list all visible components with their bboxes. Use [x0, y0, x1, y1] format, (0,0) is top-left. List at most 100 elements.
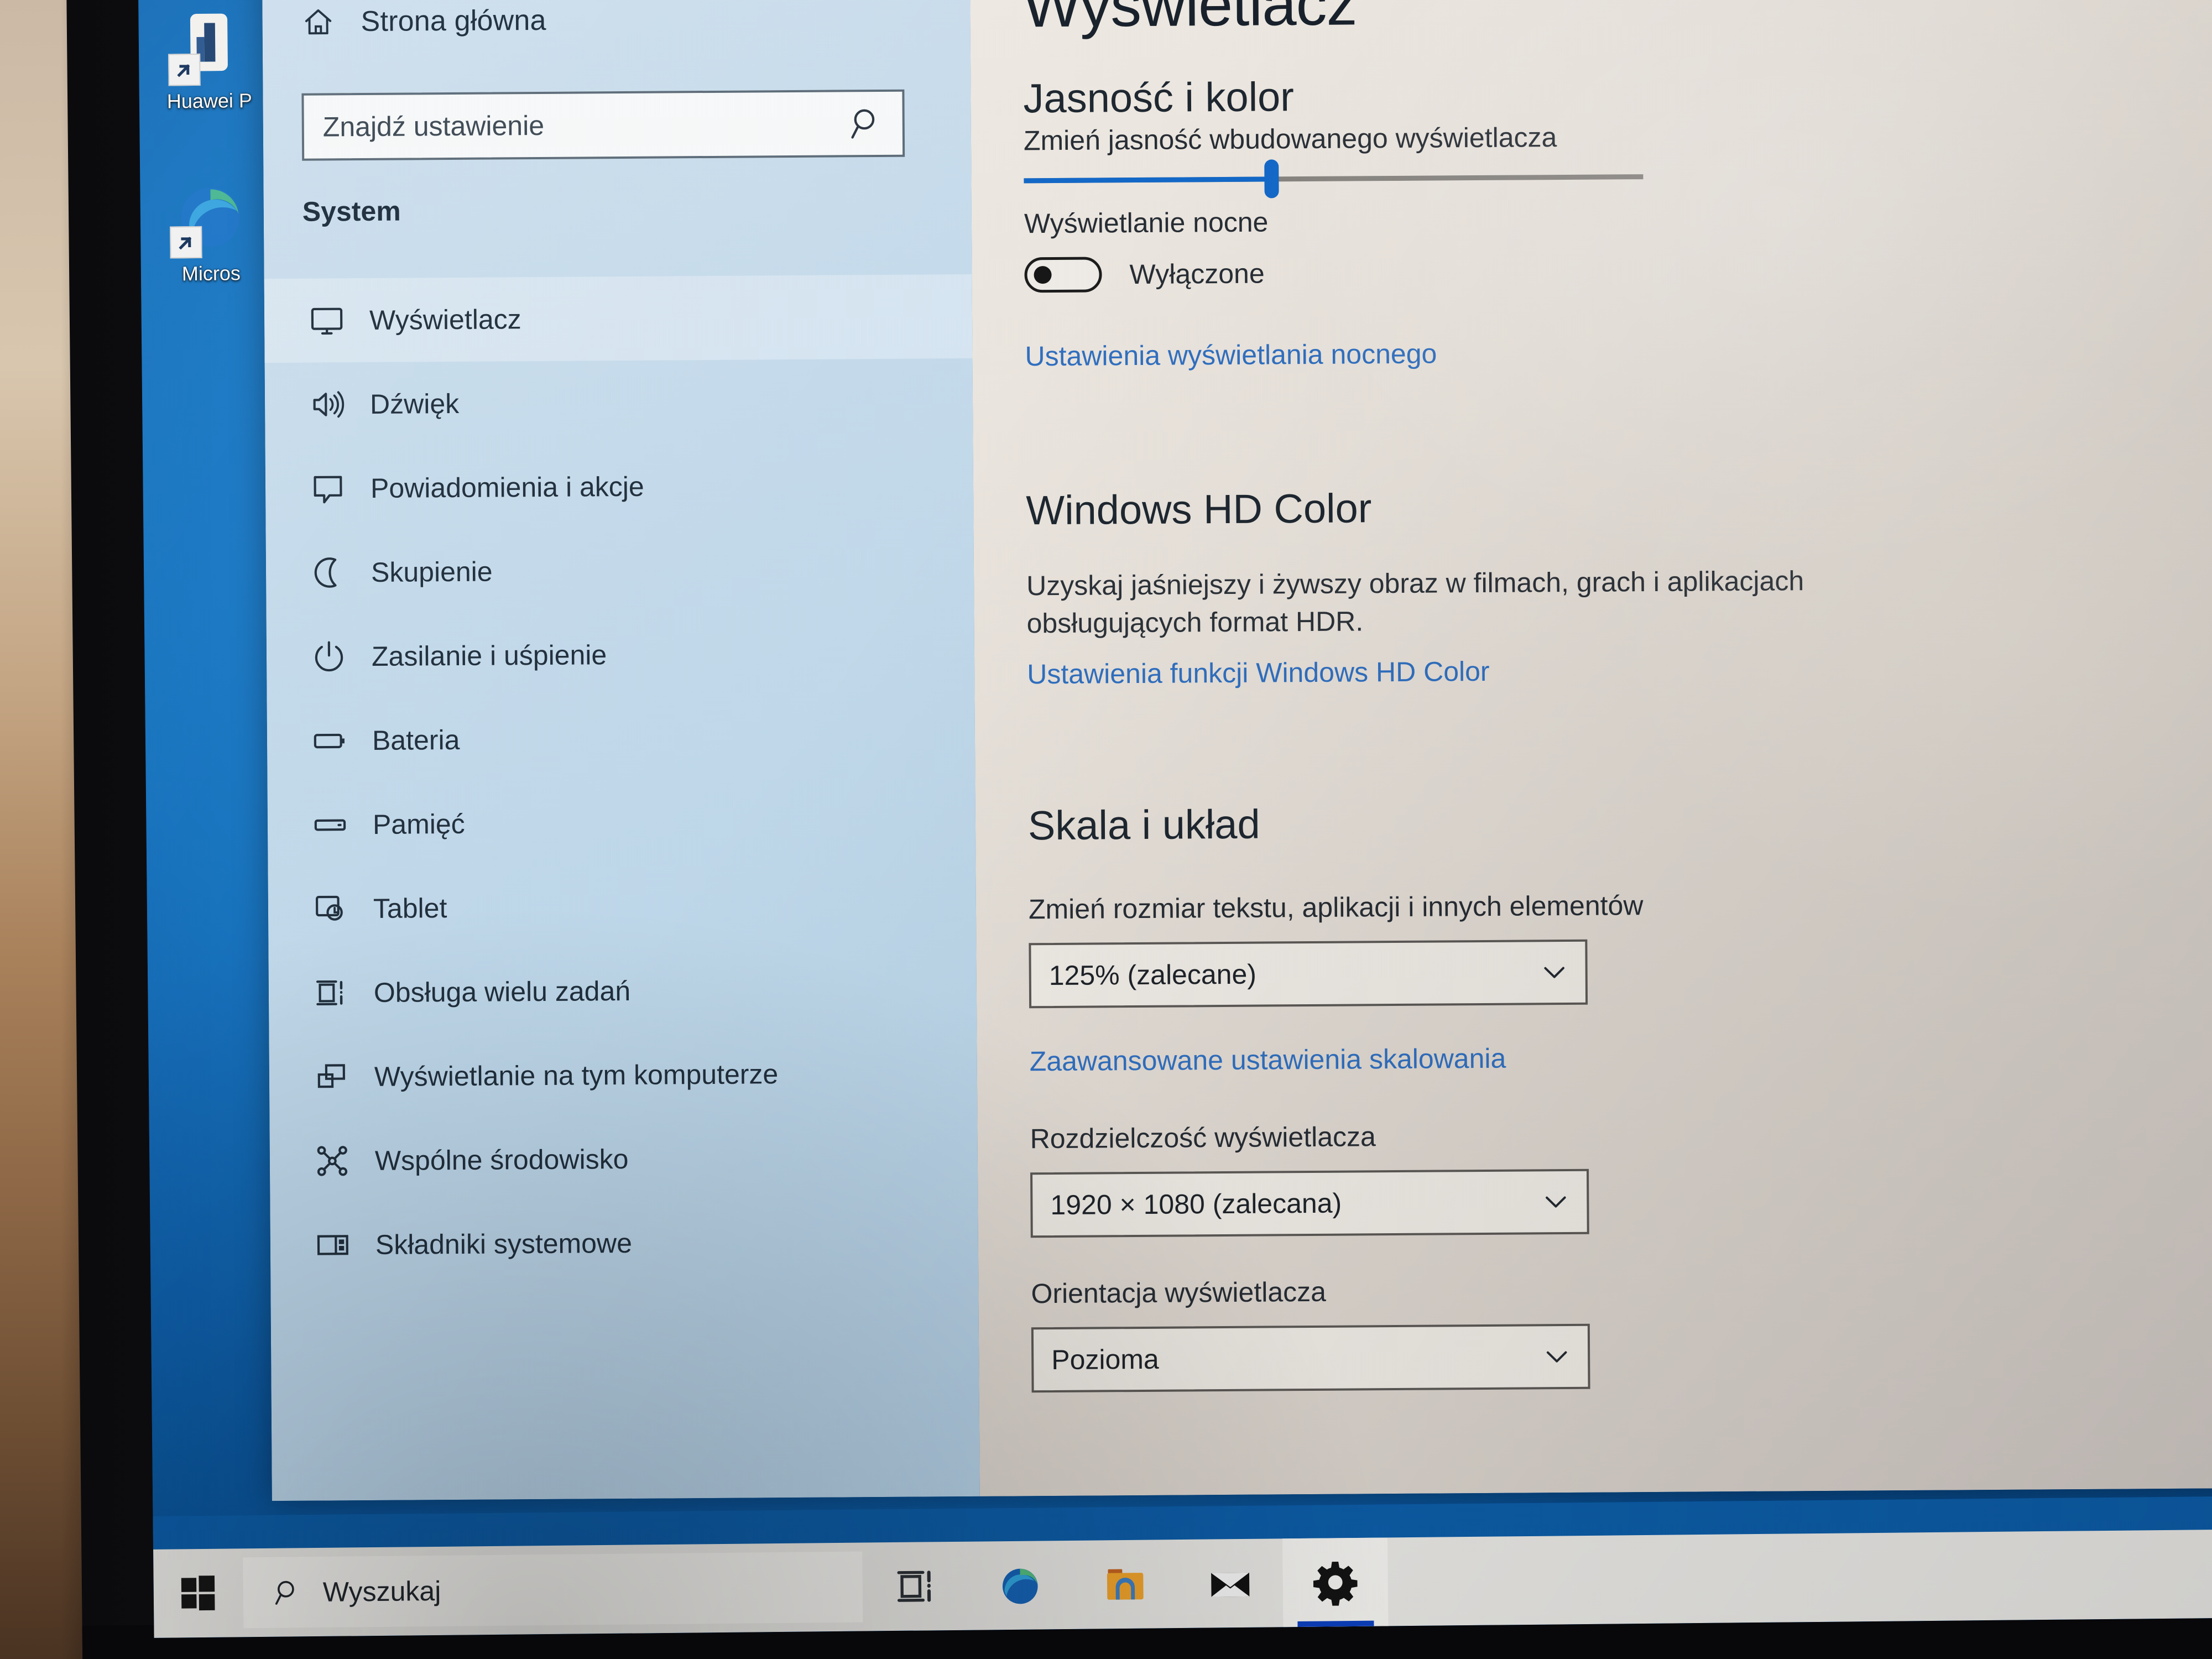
- night-light-toggle-row: Wyłączone: [1024, 256, 1265, 293]
- sidebar-item-label: Zasilanie i uśpienie: [371, 639, 607, 672]
- night-light-settings-link[interactable]: Ustawienia wyświetlania nocnego: [1025, 337, 1437, 372]
- tablet-icon: [316, 895, 343, 921]
- shortcut-arrow-icon: [168, 53, 201, 86]
- settings-sidebar: Strona główna Znajdź ustawienie System W…: [262, 0, 980, 1501]
- settings-search-placeholder: Znajdź ustawienie: [322, 109, 545, 143]
- start-button[interactable]: [153, 1548, 243, 1638]
- gear-icon: [1313, 1562, 1358, 1606]
- sidebar-item-label: Składniki systemowe: [375, 1227, 633, 1260]
- huawei-pc-manager-icon: [168, 6, 248, 86]
- sidebar-item-label: Wyświetlacz: [369, 304, 521, 336]
- hd-color-heading: Windows HD Color: [1026, 485, 1372, 534]
- desktop-icon-list: Huawei P Micros: [145, 6, 275, 352]
- orientation-dropdown[interactable]: Pozioma: [1031, 1323, 1590, 1393]
- speaker-icon: [313, 391, 345, 418]
- slider-fill: [1024, 176, 1272, 184]
- sidebar-item-tablet[interactable]: Tablet: [268, 863, 976, 951]
- desktop-icon-huawei[interactable]: Huawei P: [145, 6, 273, 114]
- scale-layout-heading: Skala i układ: [1027, 801, 1260, 849]
- sidebar-item-label: Obsługa wielu zadań: [373, 975, 631, 1008]
- orientation-label: Orientacja wyświetlacza: [1031, 1276, 1327, 1310]
- shared-experiences-icon: [317, 1146, 348, 1176]
- home-nav-label: Strona główna: [361, 4, 546, 38]
- folder-icon: [1101, 1561, 1149, 1609]
- power-icon: [315, 641, 343, 672]
- sidebar-item-multitasking[interactable]: Obsługa wielu zadań: [268, 947, 977, 1035]
- windows-logo-icon: [181, 1575, 215, 1611]
- settings-content: Wyświetlacz Jasność i kolor Zmień jasnoś…: [969, 0, 2212, 1496]
- system-components-icon: [317, 1235, 348, 1255]
- laptop-screen: Huawei P Micros Strona główna Znajdź ust…: [138, 0, 2212, 1638]
- desktop-icon-microsoft-edge[interactable]: Micros: [147, 178, 275, 286]
- file-explorer-button[interactable]: [1072, 1540, 1178, 1629]
- mail-button[interactable]: [1177, 1538, 1284, 1628]
- microsoft-edge-icon: [170, 178, 249, 259]
- chevron-down-icon: [1546, 1351, 1567, 1363]
- search-icon: [851, 109, 875, 139]
- page-title: Wyświetlacz: [1022, 0, 1357, 40]
- shortcut-arrow-icon: [170, 226, 202, 259]
- monitor-icon: [311, 307, 343, 335]
- hd-color-settings-link[interactable]: Ustawienia funkcji Windows HD Color: [1027, 655, 1490, 690]
- settings-window: Strona główna Znajdź ustawienie System W…: [262, 0, 2212, 1501]
- advanced-scaling-link[interactable]: Zaawansowane ustawienia skalowania: [1030, 1042, 1506, 1078]
- sidebar-item-sound[interactable]: Dźwięk: [265, 358, 973, 447]
- brightness-slider[interactable]: [1024, 157, 1644, 200]
- desktop-icon-label: Huawei P: [166, 89, 253, 113]
- sidebar-item-label: Wyświetlanie na tym komputerze: [374, 1058, 779, 1092]
- edge-button[interactable]: [967, 1541, 1073, 1630]
- chevron-down-icon: [1546, 1196, 1566, 1208]
- sidebar-item-label: Skupienie: [371, 556, 493, 588]
- sidebar-item-label: Bateria: [372, 724, 460, 756]
- sidebar-item-shared-experiences[interactable]: Wspólne środowisko: [269, 1115, 978, 1203]
- night-light-state: Wyłączone: [1129, 258, 1265, 290]
- sidebar-item-label: Pamięć: [372, 808, 465, 840]
- sidebar-item-label: Wspólne środowisko: [374, 1143, 629, 1176]
- photo-scene: Huawei P Micros Strona główna Znajdź ust…: [0, 0, 2212, 1659]
- settings-button[interactable]: [1282, 1537, 1389, 1627]
- home-icon: [305, 9, 332, 35]
- storage-icon: [314, 819, 346, 831]
- multitasking-icon: [316, 980, 343, 1006]
- scale-value: 125% (zalecane): [1048, 958, 1257, 992]
- edge-icon: [996, 1561, 1044, 1609]
- night-light-label: Wyświetlanie nocne: [1024, 206, 1269, 239]
- sidebar-category-title: System: [302, 195, 401, 227]
- sidebar-item-label: Powiadomienia i akcje: [370, 471, 644, 504]
- search-icon: [275, 1580, 294, 1605]
- task-view-icon: [897, 1571, 931, 1602]
- task-view-button[interactable]: [862, 1542, 968, 1631]
- sidebar-item-notifications[interactable]: Powiadomienia i akcje: [265, 442, 974, 531]
- chevron-down-icon: [1544, 967, 1564, 978]
- taskbar-search-placeholder: Wyszukaj: [322, 1575, 441, 1608]
- mail-icon: [1206, 1559, 1254, 1608]
- taskbar-search-box[interactable]: Wyszukaj: [243, 1551, 863, 1629]
- sidebar-item-power-sleep[interactable]: Zasilanie i uśpienie: [267, 611, 975, 699]
- resolution-value: 1920 × 1080 (zalecana): [1050, 1187, 1342, 1221]
- sidebar-item-system-components[interactable]: Składniki systemowe: [270, 1199, 978, 1287]
- brightness-heading: Jasność i kolor: [1023, 74, 1295, 122]
- desktop-icon-label: Micros: [181, 262, 241, 285]
- scale-label: Zmień rozmiar tekstu, aplikacji i innych…: [1028, 890, 1644, 925]
- resolution-dropdown[interactable]: 1920 × 1080 (zalecana): [1030, 1168, 1589, 1238]
- orientation-value: Pozioma: [1051, 1343, 1159, 1376]
- sidebar-item-battery[interactable]: Bateria: [267, 695, 975, 783]
- sidebar-item-label: Tablet: [373, 893, 447, 924]
- sidebar-item-display[interactable]: Wyświetlacz: [264, 274, 973, 363]
- resolution-label: Rozdzielczość wyświetlacza: [1030, 1121, 1376, 1155]
- brightness-slider-label: Zmień jasność wbudowanego wyświetlacza: [1023, 122, 1557, 156]
- sidebar-item-storage[interactable]: Pamięć: [267, 779, 975, 867]
- sidebar-nav-list: Wyświetlacz Dźwięk Powiadomienia i akcje…: [264, 274, 979, 1287]
- desktop[interactable]: Huawei P Micros Strona główna Znajdź ust…: [138, 0, 2212, 1638]
- home-nav-button[interactable]: Strona główna: [301, 3, 546, 39]
- hd-color-description: Uzyskaj jaśniejszy i żywszy obraz w film…: [1026, 565, 1804, 639]
- slider-thumb[interactable]: [1264, 159, 1279, 199]
- sidebar-item-label: Dźwięk: [369, 388, 460, 420]
- project-icon: [317, 1064, 345, 1088]
- sidebar-item-focus[interactable]: Skupienie: [266, 526, 974, 615]
- settings-search-box[interactable]: Znajdź ustawienie: [301, 89, 905, 161]
- sidebar-item-projecting[interactable]: Wyświetlanie na tym komputerze: [269, 1031, 977, 1119]
- night-light-toggle[interactable]: [1024, 257, 1102, 293]
- scale-dropdown[interactable]: 125% (zalecane): [1029, 939, 1588, 1009]
- battery-icon: [314, 733, 345, 749]
